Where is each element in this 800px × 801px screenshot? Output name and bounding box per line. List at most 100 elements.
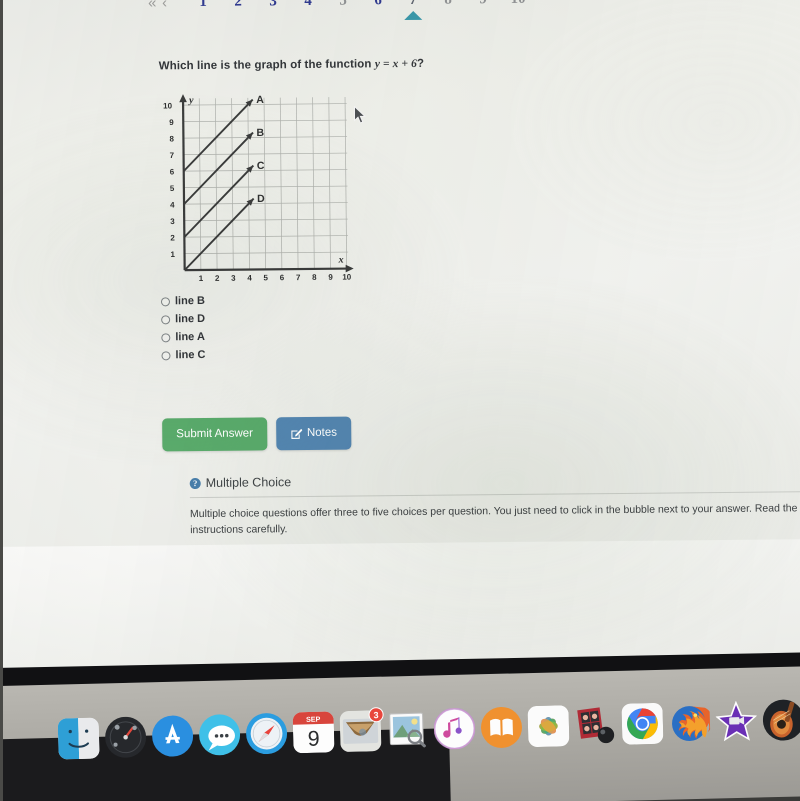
quiz-page: « ‹ 12345678910 Which line is the graph … bbox=[0, 0, 800, 682]
info-body-text: Multiple choice questions offer three to… bbox=[189, 502, 798, 537]
graph-line-A bbox=[183, 98, 254, 172]
answer-choice-label-3: line A bbox=[175, 330, 205, 344]
x-tick-7: 7 bbox=[296, 273, 301, 282]
answer-choice-label-2: line D bbox=[175, 312, 206, 326]
dock-icon-imovie[interactable] bbox=[715, 700, 758, 742]
photo-left-edge bbox=[0, 0, 3, 801]
x-tick-3: 3 bbox=[231, 274, 236, 283]
answer-choice-4[interactable]: line C bbox=[161, 346, 206, 364]
notes-button[interactable]: Notes bbox=[275, 416, 352, 451]
dock-icon-dashboard[interactable] bbox=[105, 716, 147, 758]
x-axis-tick-labels: 1 2 3 4 5 6 7 8 9 10 bbox=[199, 273, 352, 283]
graph-line-B bbox=[183, 131, 254, 205]
x-axis-title: x bbox=[338, 255, 344, 266]
answer-choice-label-1: line B bbox=[174, 294, 205, 308]
radio-button-2[interactable] bbox=[161, 314, 171, 324]
y-tick-7: 7 bbox=[170, 151, 175, 160]
y-axis-title: y bbox=[188, 95, 194, 106]
dock-icon-garageband[interactable] bbox=[762, 699, 800, 741]
graph-label-B: B bbox=[256, 127, 264, 139]
answer-choice-label-4: line C bbox=[175, 348, 206, 362]
x-tick-2: 2 bbox=[215, 274, 220, 283]
dock-icon-messages[interactable] bbox=[199, 713, 241, 755]
laptop-screen: « ‹ 12345678910 Which line is the graph … bbox=[0, 0, 800, 687]
pagination-item-4[interactable]: 4 bbox=[295, 0, 321, 11]
current-question-marker bbox=[404, 10, 423, 21]
dock-icon-chrome[interactable] bbox=[621, 702, 664, 745]
x-tick-5: 5 bbox=[263, 273, 268, 282]
question-prefix: Which line is the graph of the function bbox=[158, 58, 375, 73]
dock-icon-firefox[interactable] bbox=[668, 701, 711, 743]
graph-label-D: D bbox=[257, 193, 265, 205]
graph-line-C bbox=[183, 164, 255, 238]
pagination-prev-icon[interactable]: ‹ bbox=[162, 0, 167, 11]
graph-data-lines bbox=[183, 98, 255, 271]
graph-line-D bbox=[183, 197, 255, 271]
dock-icon-ibooks[interactable] bbox=[480, 706, 522, 748]
svg-text:9: 9 bbox=[307, 726, 320, 750]
pagination-item-7[interactable]: 7 bbox=[400, 0, 426, 10]
question-type-info: ? Multiple Choice Multiple choice questi… bbox=[189, 470, 800, 538]
answer-choice-list[interactable]: line B line D line A line C bbox=[160, 292, 206, 364]
dock-icon-app-store[interactable] bbox=[152, 715, 194, 757]
question-circle-icon: ? bbox=[189, 477, 201, 489]
y-tick-3: 3 bbox=[170, 217, 175, 226]
dock-icon-itunes[interactable] bbox=[433, 707, 476, 750]
coordinate-graph-figure: y x 1 2 3 4 5 6 7 8 9 10 1 2 3 4 5 6 7 8 9 10 A B C D bbox=[161, 86, 363, 288]
notes-button-label: Notes bbox=[306, 426, 338, 439]
dock-icon-calendar[interactable]: SEP 9 bbox=[292, 711, 335, 753]
pagination-item-6[interactable]: 6 bbox=[365, 0, 391, 10]
dock-icon-mail[interactable]: 3 bbox=[339, 706, 384, 752]
pencil-square-icon bbox=[290, 428, 303, 440]
x-tick-9: 9 bbox=[328, 273, 333, 282]
pagination-item-3[interactable]: 3 bbox=[260, 0, 286, 11]
question-pagination[interactable]: « ‹ 123456789 10 bbox=[148, 0, 568, 28]
y-tick-10: 10 bbox=[163, 101, 173, 110]
pagination-item-8[interactable]: 8 bbox=[435, 0, 461, 10]
x-tick-6: 6 bbox=[280, 273, 285, 282]
dock-icon-safari[interactable] bbox=[246, 712, 288, 754]
pagination-item-1[interactable]: 1 bbox=[190, 0, 216, 12]
x-tick-4: 4 bbox=[247, 273, 252, 282]
answer-choice-2[interactable]: line D bbox=[161, 310, 205, 328]
pagination-item-9[interactable]: 9 bbox=[470, 0, 496, 9]
svg-text:SEP: SEP bbox=[306, 715, 321, 723]
radio-button-3[interactable] bbox=[161, 332, 171, 342]
radio-button-4[interactable] bbox=[161, 350, 171, 360]
pagination-first-icon[interactable]: « bbox=[148, 0, 157, 11]
graph-gridlines bbox=[183, 96, 349, 270]
question-suffix: ? bbox=[416, 57, 425, 70]
y-tick-2: 2 bbox=[170, 233, 175, 242]
answer-choice-1[interactable]: line B bbox=[160, 292, 205, 310]
y-tick-6: 6 bbox=[170, 167, 175, 176]
dock-icon-preview[interactable] bbox=[386, 708, 428, 750]
y-tick-5: 5 bbox=[170, 184, 175, 193]
answer-choice-3[interactable]: line A bbox=[161, 328, 205, 346]
pagination-item-5[interactable]: 5 bbox=[330, 0, 356, 11]
radio-button-1[interactable] bbox=[160, 296, 171, 306]
info-heading: Multiple Choice bbox=[205, 475, 292, 490]
y-axis-tick-labels: 1 2 3 4 5 6 7 8 9 10 bbox=[163, 101, 176, 259]
question-text: Which line is the graph of the function … bbox=[159, 58, 424, 73]
submit-answer-button[interactable]: Submit Answer bbox=[162, 417, 268, 452]
action-buttons: Submit Answer Notes bbox=[162, 416, 352, 452]
y-tick-1: 1 bbox=[170, 250, 175, 259]
photograph-of-laptop-screen: « ‹ 12345678910 Which line is the graph … bbox=[0, 0, 800, 801]
question-equation: y = x + 6 bbox=[374, 57, 418, 71]
dock-icon-photo-booth[interactable] bbox=[574, 703, 616, 745]
pagination-item-10[interactable]: 10 bbox=[505, 0, 531, 9]
dock-icon-finder[interactable] bbox=[57, 717, 100, 759]
dock-badge-mail: 3 bbox=[368, 706, 384, 722]
graph-svg: y x 1 2 3 4 5 6 7 8 9 10 1 2 3 4 5 6 7 8 9 10 A B C D bbox=[163, 94, 354, 283]
x-tick-10: 10 bbox=[342, 273, 352, 282]
dock-icon-photos[interactable] bbox=[527, 704, 570, 747]
graph-label-A: A bbox=[256, 94, 264, 106]
graph-label-C: C bbox=[257, 160, 265, 172]
y-tick-9: 9 bbox=[169, 118, 174, 127]
mouse-cursor bbox=[354, 105, 367, 125]
x-tick-8: 8 bbox=[312, 273, 317, 282]
y-tick-8: 8 bbox=[169, 134, 174, 143]
x-tick-1: 1 bbox=[199, 274, 204, 283]
pagination-item-2[interactable]: 2 bbox=[225, 0, 251, 12]
y-tick-4: 4 bbox=[170, 200, 175, 209]
